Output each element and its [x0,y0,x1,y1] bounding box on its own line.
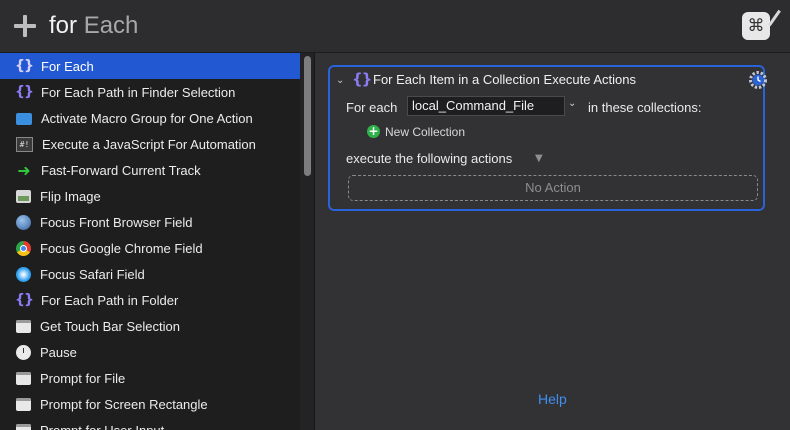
list-item-label: Prompt for User Input [40,422,165,430]
list-item[interactable]: #! Execute a JavaScript For Automation [0,131,300,157]
command-glyph: ⌘ [747,16,765,36]
list-item-label: For Each Path in Folder [41,292,179,308]
window-icon [16,319,31,333]
triangle-down-icon[interactable]: ▼ [535,153,543,164]
safari-icon [16,266,31,282]
list-item[interactable]: Focus Safari Field [0,261,300,287]
for-each-label: For each [346,100,398,115]
list-item-label: Prompt for File [40,370,126,386]
list-item[interactable]: ➜ Fast-Forward Current Track [0,157,300,183]
window-icon [16,371,31,385]
green-arrow-icon: ➜ [17,160,31,180]
gear-clock-icon[interactable] [748,70,768,90]
braces-icon: {} [15,58,34,74]
terminal-icon: #! [16,136,33,152]
list-item[interactable]: Flip Image [0,183,300,209]
collections-label: in these collections: [588,100,702,115]
wand-icon [768,9,781,27]
header-bar: for Each ⌘ [0,0,790,53]
list-item-label: Flip Image [40,188,101,204]
list-item[interactable]: Prompt for File [0,365,300,391]
plus-icon[interactable] [14,15,36,37]
chrome-icon [16,240,31,256]
help-link[interactable]: Help [538,391,567,407]
window-icon [16,397,31,411]
braces-icon: {} [352,70,372,88]
execute-actions-label: execute the following actions [346,151,513,166]
search-query-part1: for [49,12,84,39]
list-item[interactable]: Prompt for User Input [0,417,300,430]
list-item-label: Pause [40,344,77,360]
braces-icon: {} [15,292,34,308]
list-item-label: Prompt for Screen Rectangle [40,396,208,412]
disclosure-chevron-icon[interactable]: ⌄ [336,75,344,86]
scrollbar-thumb[interactable] [304,56,311,176]
list-item[interactable]: Focus Google Chrome Field [0,235,300,261]
no-action-dropzone[interactable]: No Action [348,175,758,201]
list-item[interactable]: {} For Each Path in Finder Selection [0,79,300,105]
action-title: For Each Item in a Collection Execute Ac… [373,72,637,87]
list-item[interactable]: Get Touch Bar Selection [0,313,300,339]
keyboard-maestro-icon[interactable]: ⌘ [742,9,781,40]
list-item-label: Fast-Forward Current Track [41,162,201,178]
list-item-label: For Each [41,58,94,74]
add-icon[interactable]: + [367,125,380,138]
action-editor: ⌄ {} For Each Item in a Collection Execu… [315,53,790,430]
list-item-label: Focus Safari Field [40,266,145,282]
list-item-label: Get Touch Bar Selection [40,318,180,334]
for-each-action[interactable]: ⌄ {} For Each Item in a Collection Execu… [328,65,768,211]
globe-icon [16,214,31,230]
list-item-label: Execute a JavaScript For Automation [42,136,256,152]
list-item[interactable]: Activate Macro Group for One Action [0,105,300,131]
list-item[interactable]: {} For Each [0,53,300,79]
search-field[interactable]: for Each [49,11,138,41]
list-item[interactable]: Prompt for Screen Rectangle [0,391,300,417]
window-icon [16,423,31,430]
list-item-label: Activate Macro Group for One Action [41,110,253,126]
action-list: {} For Each {} For Each Path in Finder Sele… [0,53,300,430]
folder-icon [16,113,32,125]
search-query-part2: Each [83,12,139,39]
variable-field[interactable]: local_Command_File [407,96,565,116]
chevron-down-icon[interactable]: ⌄ [568,98,576,109]
new-collection-button[interactable]: New Collection [385,125,465,139]
list-item-label: For Each Path in Finder Selection [41,84,236,100]
list-item[interactable]: {} For Each Path in Folder [0,287,300,313]
braces-icon: {} [15,84,34,100]
clock-icon [16,344,31,360]
photo-icon [16,189,31,203]
list-item[interactable]: Pause [0,339,300,365]
list-item[interactable]: Focus Front Browser Field [0,209,300,235]
list-item-label: Focus Google Chrome Field [40,240,203,256]
list-item-label: Focus Front Browser Field [40,214,193,230]
